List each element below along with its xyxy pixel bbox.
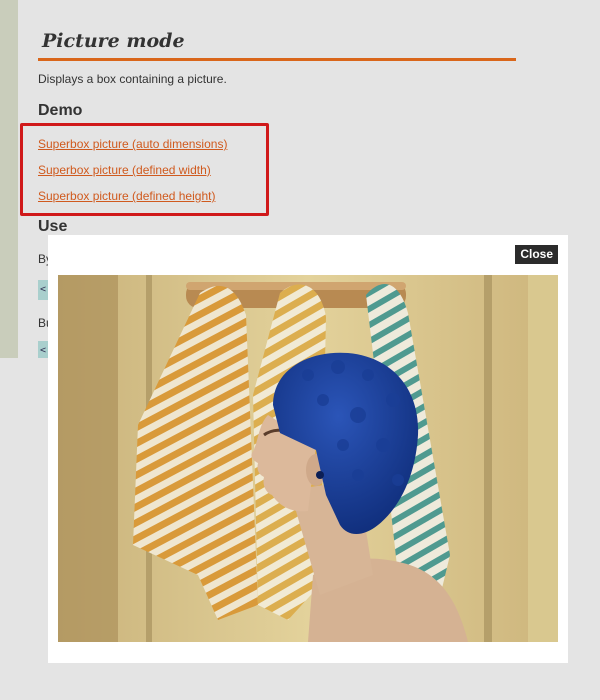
close-button[interactable]: Close: [515, 245, 558, 264]
page-title: Picture mode: [38, 30, 516, 61]
link-auto-dimensions[interactable]: Superbox picture (auto dimensions): [38, 137, 227, 151]
use-heading: Use: [38, 218, 68, 235]
link-defined-width[interactable]: Superbox picture (defined width): [38, 163, 211, 177]
link-defined-height[interactable]: Superbox picture (defined height): [38, 189, 215, 203]
photo-illustration: [58, 275, 558, 642]
superbox-modal: Close: [48, 235, 568, 663]
left-sidebar-strip: [0, 0, 18, 358]
superbox-picture: [58, 275, 558, 642]
demo-heading: Demo: [38, 102, 83, 119]
page: Picture mode Displays a box containing a…: [0, 0, 600, 700]
section-description: Displays a box containing a picture.: [38, 72, 227, 86]
